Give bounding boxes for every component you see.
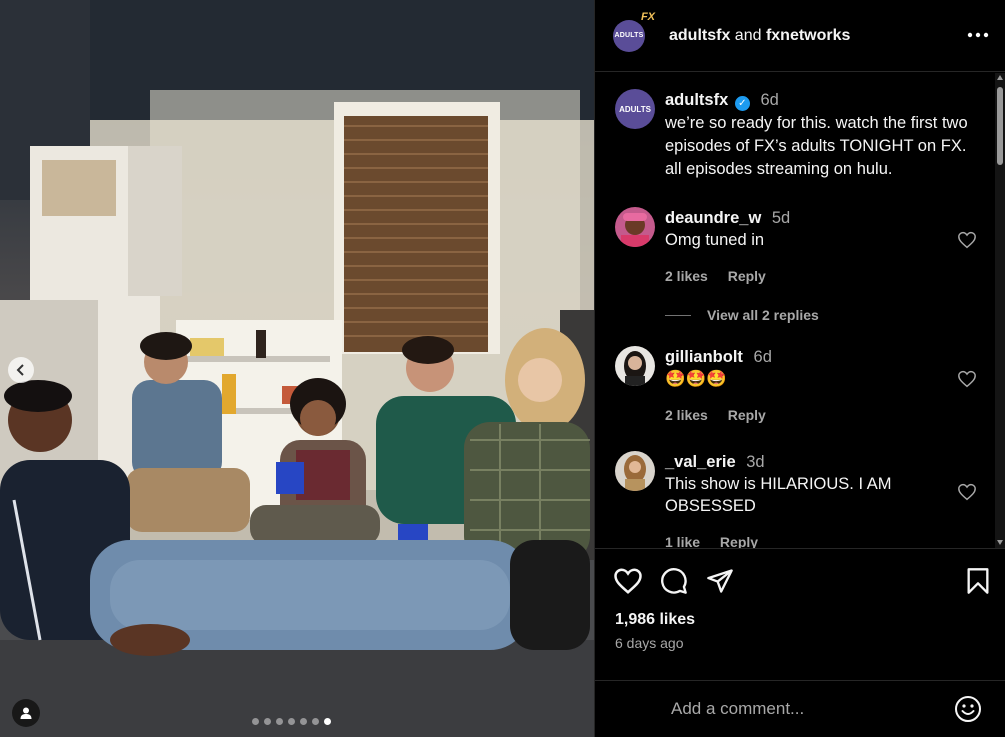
comment-username[interactable]: _val_erie: [665, 453, 736, 471]
post-header: ADULTS FX adultsfx and fxnetworks: [595, 0, 1005, 72]
comment-item: gillianbolt 6d 🤩🤩🤩 2 likes Reply: [615, 346, 985, 426]
likes-count[interactable]: 1,986 likes: [615, 611, 695, 629]
header-account-1[interactable]: adultsfx: [669, 27, 730, 44]
emoji-smile-icon: [955, 696, 981, 722]
scrollbar-thumb[interactable]: [997, 87, 1003, 165]
caption-time: 6d: [760, 91, 779, 109]
comment-like-button[interactable]: [957, 483, 977, 506]
emoji-button[interactable]: [954, 695, 982, 728]
comment-time: 5d: [771, 209, 791, 227]
caption-text: we’re so ready for this. watch the first…: [665, 114, 968, 178]
comment-avatar[interactable]: [615, 346, 655, 386]
comment-username[interactable]: gillianbolt: [665, 348, 743, 366]
carousel-dot: [252, 718, 259, 725]
header-account-2[interactable]: fxnetworks: [766, 27, 850, 44]
scroll-down-arrow-icon[interactable]: [997, 540, 1003, 545]
comment-input[interactable]: [671, 699, 931, 719]
comment-text: 🤩🤩🤩: [665, 370, 727, 388]
reply-button[interactable]: Reply: [720, 534, 758, 548]
tagged-users-button[interactable]: [12, 699, 40, 727]
caption-avatar-text: ADULTS: [619, 104, 651, 114]
comment-avatar[interactable]: [615, 207, 655, 247]
replies-divider: [665, 314, 691, 316]
comment-text: Omg tuned in: [665, 231, 765, 249]
fx-badge: FX: [640, 10, 655, 23]
share-send-icon[interactable]: [705, 567, 735, 595]
comment-like-button[interactable]: [957, 231, 977, 254]
post-side-panel: ADULTS FX adultsfx and fxnetworks ADULTS…: [594, 0, 1005, 737]
comment-likes[interactable]: 1 like: [665, 534, 700, 548]
photo-scene: [0, 0, 594, 737]
carousel-dot: [288, 718, 295, 725]
avatar-image: [615, 207, 655, 247]
heart-outline-icon: [958, 231, 976, 249]
header-connector: and: [734, 26, 762, 44]
view-replies-button[interactable]: View all 2 replies: [665, 307, 819, 323]
post-time: 6 days ago: [615, 635, 684, 651]
chevron-left-icon: [16, 364, 24, 376]
like-heart-icon[interactable]: [613, 567, 643, 595]
account-avatar[interactable]: ADULTS FX: [613, 11, 655, 52]
header-title: adultsfx and fxnetworks: [669, 27, 850, 45]
heart-outline-icon: [958, 483, 976, 501]
post-caption: ADULTS adultsfx ✓ 6d we’re so ready for …: [615, 89, 985, 181]
heart-outline-icon: [958, 370, 976, 388]
add-comment-bar: [595, 680, 1005, 737]
comment-time: 3d: [746, 453, 765, 471]
verified-badge-icon: ✓: [734, 96, 750, 111]
carousel-dot: [276, 718, 283, 725]
carousel-dot: [264, 718, 271, 725]
avatar-image: [615, 451, 655, 491]
reply-button[interactable]: Reply: [728, 268, 766, 284]
carousel-dot: [324, 718, 331, 725]
carousel-dot: [312, 718, 319, 725]
avatar-text: ADULTS: [614, 32, 644, 39]
comment-avatar[interactable]: [615, 451, 655, 491]
comment-item: _val_erie 3d This show is HILARIOUS. I A…: [615, 451, 985, 548]
more-horizontal-icon: [967, 32, 989, 38]
carousel-prev-button[interactable]: [8, 357, 34, 383]
comment-text: This show is HILARIOUS. I AM OBSESSED: [665, 475, 892, 515]
more-options-button[interactable]: [967, 24, 989, 40]
carousel-dots: [252, 718, 331, 725]
scroll-up-arrow-icon[interactable]: [997, 75, 1003, 80]
save-button[interactable]: [966, 567, 990, 600]
comment-likes[interactable]: 2 likes: [665, 268, 708, 284]
comment-username[interactable]: deaundre_w: [665, 209, 761, 227]
post-actions: 1,986 likes 6 days ago: [595, 548, 1005, 668]
comment-time: 6d: [753, 348, 772, 366]
comments-list[interactable]: ADULTS adultsfx ✓ 6d we’re so ready for …: [595, 73, 995, 548]
carousel-dot: [300, 718, 307, 725]
bookmark-icon: [967, 568, 989, 594]
comment-likes[interactable]: 2 likes: [665, 407, 708, 423]
reply-button[interactable]: Reply: [728, 407, 766, 423]
comments-scrollbar[interactable]: [995, 73, 1005, 548]
caption-username[interactable]: adultsfx: [665, 91, 728, 109]
post-photo[interactable]: [0, 0, 594, 737]
avatar-image: [615, 346, 655, 386]
caption-avatar[interactable]: ADULTS: [615, 89, 655, 129]
comment-item: deaundre_w 5d Omg tuned in 2 likes Reply: [615, 207, 985, 287]
comment-like-button[interactable]: [957, 370, 977, 393]
comment-bubble-icon[interactable]: [659, 567, 689, 595]
view-replies-label: View all 2 replies: [707, 307, 819, 323]
user-icon: [20, 707, 32, 719]
